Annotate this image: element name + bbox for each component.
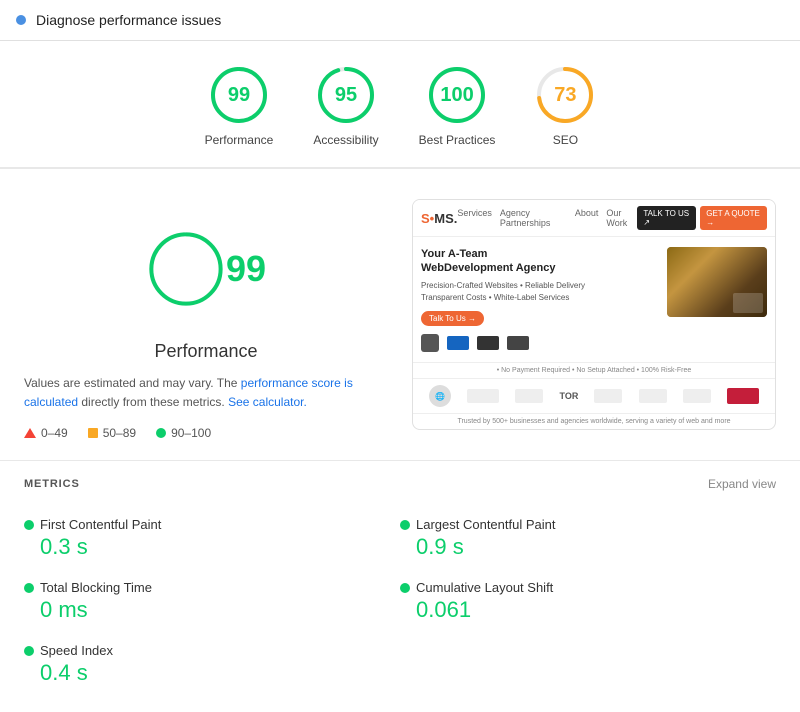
metric-dot bbox=[400, 583, 410, 593]
score-label-best-practices: Best Practices bbox=[419, 133, 496, 147]
score-label-seo: SEO bbox=[553, 133, 578, 147]
score-circle-best-practices: 100 bbox=[427, 65, 487, 125]
metric-dot bbox=[24, 583, 34, 593]
preview-buttons: TALK TO US ↗ GET A QUOTE → bbox=[637, 206, 767, 230]
score-accessibility: 95 Accessibility bbox=[313, 65, 378, 147]
footer-logo-2 bbox=[467, 389, 499, 403]
metric-name: Speed Index bbox=[40, 643, 113, 658]
trust-logo-1 bbox=[421, 334, 439, 352]
metric-name-row: Largest Contentful Paint bbox=[400, 517, 776, 532]
preview-nav: Services Agency Partnerships About Our W… bbox=[457, 208, 637, 228]
score-value-seo: 73 bbox=[554, 84, 576, 107]
preview-logo: S•MS. bbox=[421, 211, 457, 226]
metric-name-row: Speed Index bbox=[24, 643, 400, 658]
trust-logo-3 bbox=[477, 336, 499, 350]
preview-hero-text: Your A-TeamWebDevelopment Agency Precisi… bbox=[421, 247, 659, 352]
footer-logo-7 bbox=[683, 389, 711, 403]
metric-dot bbox=[24, 520, 34, 530]
page-title: Diagnose performance issues bbox=[36, 12, 221, 28]
preview-trust-logos bbox=[421, 334, 659, 352]
metric-value: 0.9 s bbox=[400, 534, 776, 560]
metric-name: Cumulative Layout Shift bbox=[416, 580, 553, 595]
legend: 0–49 50–89 90–100 bbox=[24, 426, 388, 440]
preview-header: S•MS. Services Agency Partnerships About… bbox=[413, 200, 775, 237]
metric-name-row: Total Blocking Time bbox=[24, 580, 400, 595]
metric-item: Speed Index 0.4 s bbox=[24, 633, 400, 696]
big-score-circle: 99 bbox=[146, 209, 266, 329]
footer-logo-8 bbox=[727, 388, 759, 404]
metric-dot bbox=[24, 646, 34, 656]
big-score-label: Performance bbox=[24, 341, 388, 362]
metric-name-row: First Contentful Paint bbox=[24, 517, 400, 532]
score-description: Values are estimated and may vary. The p… bbox=[24, 374, 388, 412]
score-performance: 99 Performance bbox=[205, 65, 274, 147]
metric-name-row: Cumulative Layout Shift bbox=[400, 580, 776, 595]
legend-fail-label: 0–49 bbox=[41, 426, 68, 440]
preview-cta-btn: Talk To Us → bbox=[421, 311, 484, 326]
metric-name: Largest Contentful Paint bbox=[416, 517, 555, 532]
legend-pass-label: 90–100 bbox=[171, 426, 211, 440]
score-value-performance: 99 bbox=[228, 84, 250, 107]
expand-view-button[interactable]: Expand view bbox=[708, 477, 776, 491]
footer-logo-5 bbox=[594, 389, 622, 403]
triangle-icon bbox=[24, 428, 36, 438]
metric-item: First Contentful Paint 0.3 s bbox=[24, 507, 400, 570]
metrics-grid: First Contentful Paint 0.3 s Largest Con… bbox=[24, 507, 776, 696]
big-score-svg bbox=[146, 209, 226, 329]
website-preview: S•MS. Services Agency Partnerships About… bbox=[412, 199, 776, 430]
calculator-link[interactable]: See calculator. bbox=[228, 395, 307, 409]
score-best-practices: 100 Best Practices bbox=[419, 65, 496, 147]
right-panel: S•MS. Services Agency Partnerships About… bbox=[412, 189, 776, 440]
metric-value: 0 ms bbox=[24, 597, 400, 623]
footer-logo-6 bbox=[639, 389, 667, 403]
left-panel: 99 Performance Values are estimated and … bbox=[24, 189, 388, 440]
metric-name: First Contentful Paint bbox=[40, 517, 161, 532]
legend-average: 50–89 bbox=[88, 426, 136, 440]
metric-value: 0.061 bbox=[400, 597, 776, 623]
square-icon bbox=[88, 428, 98, 438]
metric-value: 0.3 s bbox=[24, 534, 400, 560]
score-label-accessibility: Accessibility bbox=[313, 133, 378, 147]
preview-hero: Your A-TeamWebDevelopment Agency Precisi… bbox=[413, 237, 775, 362]
preview-hero-title: Your A-TeamWebDevelopment Agency bbox=[421, 247, 659, 276]
page-header: Diagnose performance issues bbox=[0, 0, 800, 41]
footer-logo-1: 🌐 bbox=[429, 385, 451, 407]
metric-item: Largest Contentful Paint 0.9 s bbox=[400, 507, 776, 570]
metric-value: 0.4 s bbox=[24, 660, 400, 686]
preview-quote-btn: GET A QUOTE → bbox=[700, 206, 767, 230]
scores-row: 99 Performance 95 Accessibility 100 Best… bbox=[0, 41, 800, 168]
score-label-performance: Performance bbox=[205, 133, 274, 147]
footer-logo-3 bbox=[515, 389, 543, 403]
metrics-header: METRICS Expand view bbox=[24, 477, 776, 491]
legend-fail: 0–49 bbox=[24, 426, 68, 440]
score-value-accessibility: 95 bbox=[335, 84, 357, 107]
metric-item: Cumulative Layout Shift 0.061 bbox=[400, 570, 776, 633]
preview-footer-logos: 🌐 TOR bbox=[413, 378, 775, 413]
metrics-title: METRICS bbox=[24, 478, 80, 490]
legend-average-label: 50–89 bbox=[103, 426, 136, 440]
trust-logo-2 bbox=[447, 336, 469, 350]
footer-logo-4: TOR bbox=[559, 391, 578, 401]
metric-name: Total Blocking Time bbox=[40, 580, 152, 595]
score-circle-performance: 99 bbox=[209, 65, 269, 125]
metric-dot bbox=[400, 520, 410, 530]
score-value-best-practices: 100 bbox=[440, 84, 473, 107]
preview-hero-image bbox=[667, 247, 767, 317]
preview-trust-note: • No Payment Required • No Setup Attache… bbox=[413, 362, 775, 378]
preview-footer: Trusted by 500+ businesses and agencies … bbox=[413, 413, 775, 429]
trust-logo-4 bbox=[507, 336, 529, 350]
metrics-section: METRICS Expand view First Contentful Pai… bbox=[0, 461, 800, 712]
score-circle-accessibility: 95 bbox=[316, 65, 376, 125]
main-content: 99 Performance Values are estimated and … bbox=[0, 169, 800, 460]
preview-hero-bullets: Precision-Crafted Websites • Reliable De… bbox=[421, 280, 659, 306]
header-dot-icon bbox=[16, 15, 26, 25]
score-circle-seo: 73 bbox=[535, 65, 595, 125]
preview-talk-btn: TALK TO US ↗ bbox=[637, 206, 696, 230]
metric-item: Total Blocking Time 0 ms bbox=[24, 570, 400, 633]
big-score-value: 99 bbox=[226, 248, 266, 290]
circle-icon bbox=[156, 428, 166, 438]
score-seo: 73 SEO bbox=[535, 65, 595, 147]
legend-pass: 90–100 bbox=[156, 426, 211, 440]
